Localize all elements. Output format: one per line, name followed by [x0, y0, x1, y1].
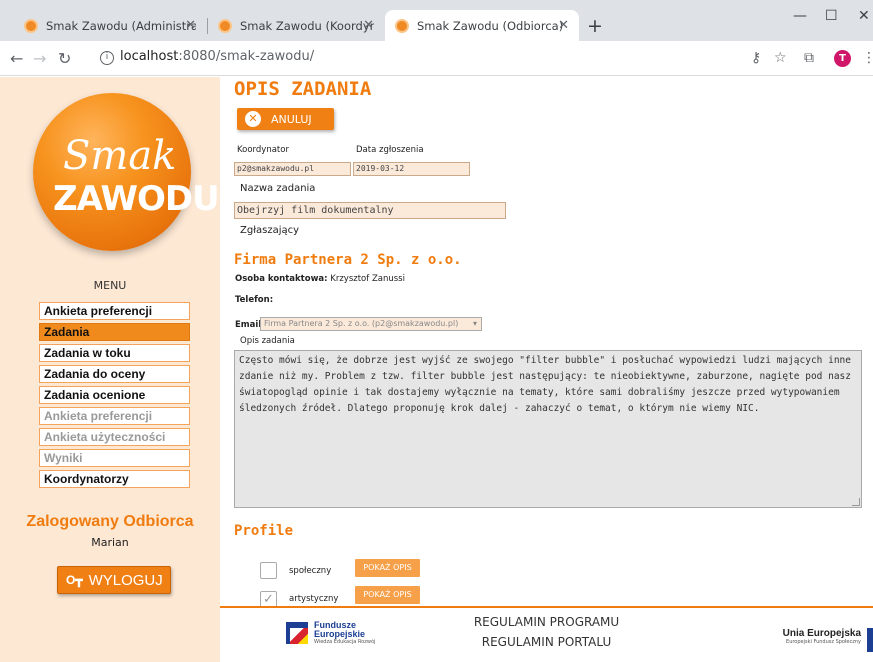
forward-icon[interactable]: → — [33, 49, 46, 68]
reload-icon[interactable]: ↻ — [58, 49, 71, 68]
contact-label: Osoba kontaktowa: — [235, 274, 328, 284]
logged-in-label: Zalogowany Odbiorca — [26, 513, 194, 530]
smak-zawodu-logo[interactable]: Smak ZAWODU — [33, 93, 220, 251]
favicon-icon — [395, 18, 409, 33]
new-tab-icon[interactable]: + — [587, 15, 603, 37]
url-path: :8080/smak-zawodu/ — [178, 49, 315, 64]
menu-dots-icon[interactable]: ⋮ — [862, 50, 873, 66]
footer: REGULAMIN PROGRAMU REGULAMIN PORTALU Fun… — [220, 606, 873, 662]
contact-value: Krzysztof Zanussi — [330, 274, 405, 284]
tab-title: Smak Zawodu (Odbiorca) — [417, 18, 564, 33]
menu-title: MENU — [93, 279, 127, 292]
ue-line-2: Europejski Fundusz Społeczny — [786, 639, 861, 645]
coordinator-field[interactable]: p2@smakzawodu.pl — [234, 162, 351, 176]
close-tab-icon[interactable]: ✕ — [185, 18, 196, 33]
favicon-icon — [218, 18, 232, 33]
fe-flag-icon — [286, 622, 308, 644]
phone-label: Telefon: — [235, 295, 274, 305]
menu-item-wyniki[interactable]: Wyniki — [39, 449, 190, 467]
email-select[interactable]: Firma Partnera 2 Sp. z o.o. (p2@smakzawo… — [260, 317, 482, 331]
task-name-field[interactable]: Obejrzyj film dokumentalny — [234, 202, 506, 219]
profile-label-spoleczny: społeczny — [289, 566, 332, 576]
email-value: Firma Partnera 2 Sp. z o.o. (p2@smakzawo… — [264, 319, 459, 328]
browser-tab-odbiorca[interactable]: Smak Zawodu (Odbiorca) ✕ — [385, 10, 579, 41]
close-icon: ✕ — [245, 111, 261, 127]
task-name-label: Nazwa zadania — [240, 183, 316, 194]
key-icon[interactable]: ⚷ — [751, 50, 761, 66]
address-bar[interactable]: i localhost:8080/smak-zawodu/ — [100, 49, 314, 66]
logout-label: WYLOGUJ — [88, 571, 163, 589]
browser-tab-bar: Smak Zawodu (Administrator) ✕ Smak Zawod… — [0, 0, 873, 41]
logout-button[interactable]: O┳ WYLOGUJ — [57, 566, 171, 594]
menu-item-zadania[interactable]: Zadania — [39, 323, 190, 341]
info-icon[interactable]: i — [100, 51, 114, 65]
show-description-button[interactable]: POKAŻ OPIS — [355, 586, 420, 604]
profiles-title: Profile — [234, 523, 294, 539]
browser-tab-koordynator[interactable]: Smak Zawodu (Koordynator) ✕ — [208, 10, 384, 41]
description-label: Opis zadania — [240, 336, 295, 346]
menu-item-zadania-w-toku[interactable]: Zadania w toku — [39, 344, 190, 362]
fundusze-europejskie-logo: Fundusze Europejskie Wiedza Edukacja Roz… — [286, 621, 375, 645]
chevron-down-icon: ▾ — [472, 319, 477, 328]
fe-line-3: Wiedza Edukacja Rozwój — [314, 639, 376, 645]
close-tab-icon[interactable]: ✕ — [363, 18, 374, 33]
favicon-icon — [24, 18, 38, 33]
menu-item-zadania-do-oceny[interactable]: Zadania do oceny — [39, 365, 190, 383]
browser-toolbar: ← → ↻ i localhost:8080/smak-zawodu/ ⚷ ☆ ⧉… — [0, 41, 873, 76]
bookmark-star-icon[interactable]: ☆ — [774, 50, 787, 66]
profile-avatar[interactable]: T — [834, 50, 851, 67]
key-icon: O┳ — [66, 573, 83, 587]
menu-item-zadania-ocenione[interactable]: Zadania ocenione — [39, 386, 190, 404]
maximize-icon[interactable]: ☐ — [825, 8, 838, 24]
close-tab-icon[interactable]: ✕ — [558, 18, 569, 33]
resize-grip-icon[interactable] — [852, 498, 860, 506]
coordinator-label: Koordynator — [237, 145, 289, 155]
show-description-button[interactable]: POKAŻ OPIS — [355, 559, 420, 577]
page-title: OPIS ZADANIA — [234, 78, 372, 100]
tab-title: Smak Zawodu (Koordynator) — [240, 18, 374, 33]
date-label: Data zgłoszenia — [356, 145, 424, 155]
logo-line-2: ZAWODU — [53, 179, 220, 219]
checkmark-icon: ✓ — [263, 592, 274, 607]
user-name: Marian — [91, 536, 129, 549]
menu-item-ankieta-uzytecznosci[interactable]: Ankieta użyteczności — [39, 428, 190, 446]
description-textarea[interactable]: Często mówi się, że dobrze jest wyjść ze… — [234, 350, 862, 508]
contact-row: Osoba kontaktowa: Krzysztof Zanussi — [235, 274, 405, 284]
minimize-icon[interactable]: — — [793, 8, 807, 24]
cancel-button[interactable]: ✕ ANULUJ — [237, 108, 334, 130]
back-icon[interactable]: ← — [10, 49, 23, 68]
profile-checkbox-spoleczny[interactable] — [260, 562, 277, 579]
reporter-label: Zgłaszający — [240, 225, 300, 236]
close-window-icon[interactable]: ✕ — [858, 8, 870, 24]
eu-flag-icon — [867, 628, 873, 652]
menu-item-ankieta-preferencji-2[interactable]: Ankieta preferencji — [39, 407, 190, 425]
date-field[interactable]: 2019-03-12 — [353, 162, 470, 176]
menu-item-ankieta-preferencji[interactable]: Ankieta preferencji — [39, 302, 190, 320]
url-host: localhost — [120, 49, 179, 64]
extension-icon[interactable]: ⧉ — [804, 50, 814, 66]
tab-title: Smak Zawodu (Administrator) — [46, 18, 196, 33]
cancel-label: ANULUJ — [271, 112, 312, 126]
firm-name: Firma Partnera 2 Sp. z o.o. — [234, 252, 462, 268]
unia-europejska-logo: Unia Europejska Europejski Fundusz Społe… — [783, 628, 861, 645]
logo-line-1: Smak — [63, 133, 177, 179]
description-text: Często mówi się, że dobrze jest wyjść ze… — [239, 355, 851, 414]
menu-item-koordynatorzy[interactable]: Koordynatorzy — [39, 470, 190, 488]
ue-line-1: Unia Europejska — [782, 628, 861, 639]
fe-line-2: Europejskie — [314, 629, 366, 639]
browser-tab-administrator[interactable]: Smak Zawodu (Administrator) ✕ — [14, 10, 206, 41]
profile-label-artystyczny: artystyczny — [289, 594, 339, 604]
sidebar: Smak ZAWODU MENU Ankieta preferencji Zad… — [0, 77, 220, 662]
